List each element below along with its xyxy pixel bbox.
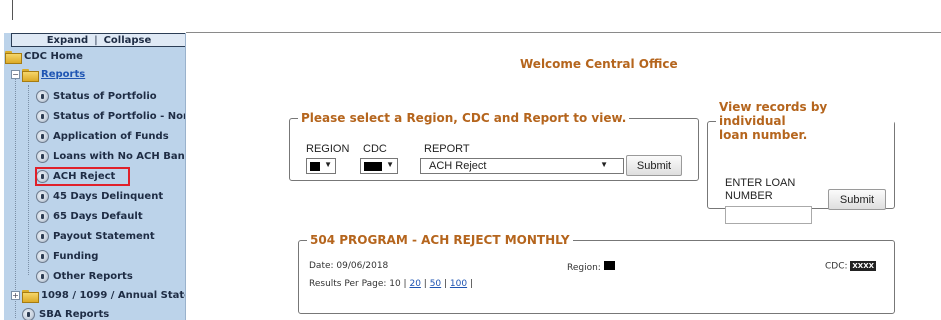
report-icon — [36, 130, 49, 143]
report-item-application-of-funds[interactable]: Application of Funds — [36, 130, 169, 143]
tree-node-sba-reports[interactable]: SBA Reports — [22, 308, 109, 320]
report-selection-panel: Please select a Region, CDC and Report t… — [289, 111, 699, 181]
cdc-value-badge: XXXX — [850, 261, 876, 271]
tree-node-label: CDC Home — [24, 51, 83, 62]
loan-number-input[interactable] — [725, 206, 812, 224]
enter-loan-label-line-2: NUMBER — [725, 190, 773, 202]
report-item-45-days-delinquent[interactable]: 45 Days Delinquent — [36, 190, 163, 203]
loan-lookup-panel: View records by individual loan number. … — [707, 100, 895, 224]
results-per-page-label: Results Per Page: 10 | — [309, 279, 407, 289]
tree-node-label: Reports — [41, 69, 86, 80]
report-icon — [36, 210, 49, 223]
report-select[interactable]: ACH Reject ▼ — [420, 158, 624, 174]
report-item-65-days-default[interactable]: 65 Days Default — [36, 210, 143, 223]
expand-toggle-icon[interactable]: + — [11, 291, 20, 300]
cdc-label: CDC — [363, 143, 387, 155]
report-item-label: Other Reports — [53, 271, 133, 282]
report-item-status-of-portfolio[interactable]: Status of Portfolio — [36, 90, 157, 103]
report-selection-legend: Please select a Region, CDC and Report t… — [301, 111, 627, 125]
ach-reject-highlight — [35, 167, 130, 186]
report-icon — [36, 250, 49, 263]
report-icon — [36, 270, 49, 283]
cdc-select[interactable]: ▼ — [360, 158, 398, 174]
submit-report-button[interactable]: Submit — [626, 155, 682, 176]
tree-node-label: SBA Reports — [39, 309, 110, 320]
window-edge-line — [12, 0, 13, 20]
report-item-label: Status of Portfolio - Non ( — [53, 111, 186, 122]
report-item-loans-no-ach-banks[interactable]: Loans with No ACH Banks — [36, 150, 186, 163]
loan-legend-line-1: View records by individual — [719, 100, 828, 128]
report-item-status-of-portfolio-non[interactable]: Status of Portfolio - Non ( — [36, 110, 186, 123]
redacted-cdc-value — [364, 161, 382, 171]
report-date: Date: 09/06/2018 — [309, 261, 389, 271]
report-label: REPORT — [424, 143, 470, 155]
results-per-page: Results Per Page: 10 | 20 | 50 | 100 | — [309, 279, 473, 289]
report-item-funding[interactable]: Funding — [36, 250, 98, 263]
report-item-other-reports[interactable]: Other Reports — [36, 270, 133, 283]
report-item-label: 45 Days Delinquent — [53, 191, 164, 202]
header-divider — [186, 32, 941, 33]
tree-node-1098-1099[interactable]: + 1098 / 1099 / Annual Stateme — [11, 290, 185, 303]
expand-link[interactable]: Expand — [47, 35, 88, 46]
collapse-link[interactable]: Collapse — [104, 35, 152, 46]
tree-node-label: 1098 / 1099 / Annual Stateme — [41, 290, 185, 301]
tree-node-cdc-home[interactable]: CDC Home — [5, 51, 83, 64]
report-results-panel: 504 PROGRAM - ACH REJECT MONTHLY Date: 0… — [298, 233, 895, 314]
region-select[interactable]: ▼ — [306, 158, 336, 174]
report-select-value: ACH Reject — [429, 160, 487, 172]
tree-connector — [15, 73, 16, 318]
loan-lookup-legend: View records by individual loan number. — [716, 100, 894, 142]
report-icon — [36, 90, 49, 103]
tree-connector — [28, 85, 29, 275]
folder-open-icon — [5, 51, 22, 64]
report-results-legend: 504 PROGRAM - ACH REJECT MONTHLY — [310, 233, 570, 247]
report-icon — [36, 150, 49, 163]
redacted-region-value — [603, 261, 615, 270]
expand-collapse-bar: Expand | Collapse — [11, 33, 185, 47]
folder-open-icon — [22, 69, 39, 82]
chevron-down-icon: ▼ — [386, 160, 394, 169]
cdc-field-label: CDC: — [825, 261, 848, 272]
report-item-payout-statement[interactable]: Payout Statement — [36, 230, 155, 243]
report-item-label: 65 Days Default — [53, 211, 143, 222]
report-item-label: Loans with No ACH Banks — [53, 151, 186, 162]
redacted-region-value — [310, 161, 320, 171]
report-icon — [36, 110, 49, 123]
page-size-100-link[interactable]: 100 — [450, 279, 467, 289]
welcome-heading: Welcome Central Office — [520, 57, 678, 71]
region-field-label: Region: — [567, 263, 601, 273]
page-size-20-link[interactable]: 20 — [409, 279, 420, 289]
tree-node-reports[interactable]: − Reports — [11, 69, 86, 82]
enter-loan-label-line-1: ENTER LOAN — [725, 177, 796, 189]
separator: | — [94, 34, 98, 46]
page-size-50-link[interactable]: 50 — [430, 279, 441, 289]
report-item-label: Payout Statement — [53, 231, 155, 242]
report-icon — [36, 230, 49, 243]
report-region: Region: — [567, 261, 615, 273]
report-cdc: CDC: XXXX — [825, 261, 876, 272]
report-item-label: Funding — [53, 251, 99, 262]
folder-closed-icon — [22, 290, 39, 303]
report-icon — [36, 190, 49, 203]
sidebar-tree: Expand | Collapse CDC Home − Reports Sta… — [4, 33, 186, 320]
region-label: REGION — [306, 143, 350, 155]
submit-loan-button[interactable]: Submit — [828, 189, 886, 210]
report-item-label: Application of Funds — [53, 131, 169, 142]
report-icon — [22, 308, 35, 320]
collapse-toggle-icon[interactable]: − — [11, 70, 20, 79]
chevron-down-icon: ▼ — [324, 160, 332, 169]
loan-legend-line-2: loan number. — [719, 128, 808, 142]
report-item-label: Status of Portfolio — [53, 91, 157, 102]
chevron-down-icon: ▼ — [600, 160, 608, 169]
